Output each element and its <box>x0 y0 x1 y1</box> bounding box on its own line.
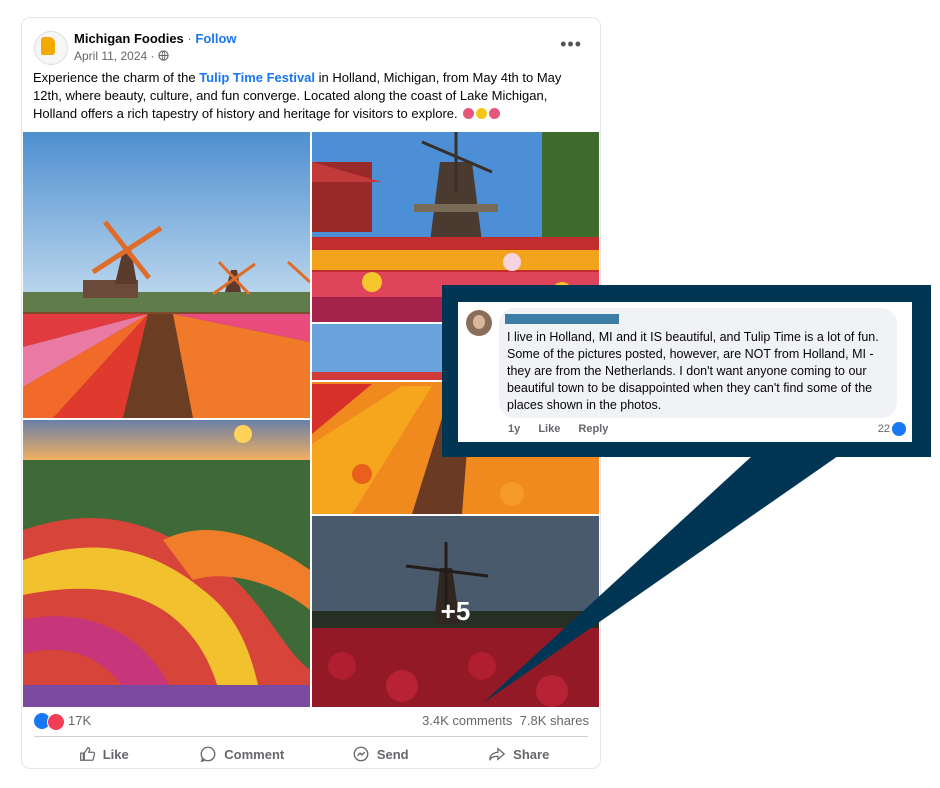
commenter-name-redacted <box>505 314 619 324</box>
festival-link[interactable]: Tulip Time Festival <box>199 70 315 85</box>
send-button[interactable]: Send <box>311 742 450 766</box>
action-divider <box>34 736 588 737</box>
love-reaction-icon <box>47 713 65 731</box>
comment-reply-button[interactable]: Reply <box>578 423 608 435</box>
comment-reactions[interactable]: 22 <box>878 422 906 436</box>
sun-emoji-icon <box>476 108 488 119</box>
post-header: Michigan Foodies · Follow <box>74 31 237 46</box>
comment-button[interactable]: Comment <box>173 742 312 766</box>
more-options-icon[interactable]: ••• <box>560 34 582 55</box>
comment-reaction-count: 22 <box>877 423 890 435</box>
commenter-face <box>473 315 485 329</box>
tulip-emoji-icon <box>463 108 475 119</box>
commenter-avatar[interactable] <box>466 310 492 336</box>
post-date[interactable]: April 11, 2024 · <box>74 49 169 63</box>
photo-windmills-field-image <box>23 132 310 418</box>
post-date-text: April 11, 2024 · <box>74 49 155 63</box>
photo-aerial-fields[interactable] <box>23 420 310 707</box>
photo-more-overlay[interactable]: +5 <box>312 516 599 707</box>
share-label: Share <box>513 746 550 762</box>
comment-like-button[interactable]: Like <box>538 423 560 435</box>
post-stats: 17K 3.4K comments 7.8K shares <box>34 712 589 732</box>
like-label: Like <box>102 746 129 762</box>
post-text-part1: Experience the charm of the <box>33 70 200 85</box>
photo-windmills-field[interactable] <box>23 132 310 418</box>
comment-panel: I live in Holland, MI and it IS beautifu… <box>458 302 912 442</box>
comment-bubble: I live in Holland, MI and it IS beautifu… <box>499 308 897 418</box>
more-photos-count: +5 <box>440 596 471 626</box>
comment-age[interactable]: 1y <box>508 423 520 435</box>
michigan-logo-icon <box>41 37 55 55</box>
comment-meta: 1y Like Reply <box>508 423 623 435</box>
send-label: Send <box>376 746 409 762</box>
post-actions: Like Comment Send Share <box>34 742 588 766</box>
comments-shares-count[interactable]: 3.4K comments 7.8K shares <box>422 713 589 728</box>
globe-icon <box>158 50 169 61</box>
reaction-icons[interactable] <box>34 712 66 731</box>
photo-aerial-fields-image <box>23 420 310 707</box>
comment-label: Comment <box>224 746 285 762</box>
tulip-emoji-icon <box>489 108 501 119</box>
page-name[interactable]: Michigan Foodies <box>74 31 184 46</box>
comment-text: I live in Holland, MI and it IS beautifu… <box>507 330 879 412</box>
follow-button[interactable]: Follow <box>195 31 236 46</box>
reaction-count[interactable]: 17K <box>68 713 91 728</box>
page-avatar[interactable] <box>34 31 68 65</box>
comment-icon <box>200 746 216 763</box>
like-button[interactable]: Like <box>34 742 173 766</box>
messenger-icon <box>353 746 369 762</box>
share-arrow-icon <box>489 747 506 761</box>
post-text: Experience the charm of the Tulip Time F… <box>33 69 578 123</box>
share-button[interactable]: Share <box>450 742 589 766</box>
like-reaction-icon <box>892 422 906 436</box>
thumbs-up-icon <box>79 747 95 761</box>
header-separator: · <box>187 31 192 46</box>
